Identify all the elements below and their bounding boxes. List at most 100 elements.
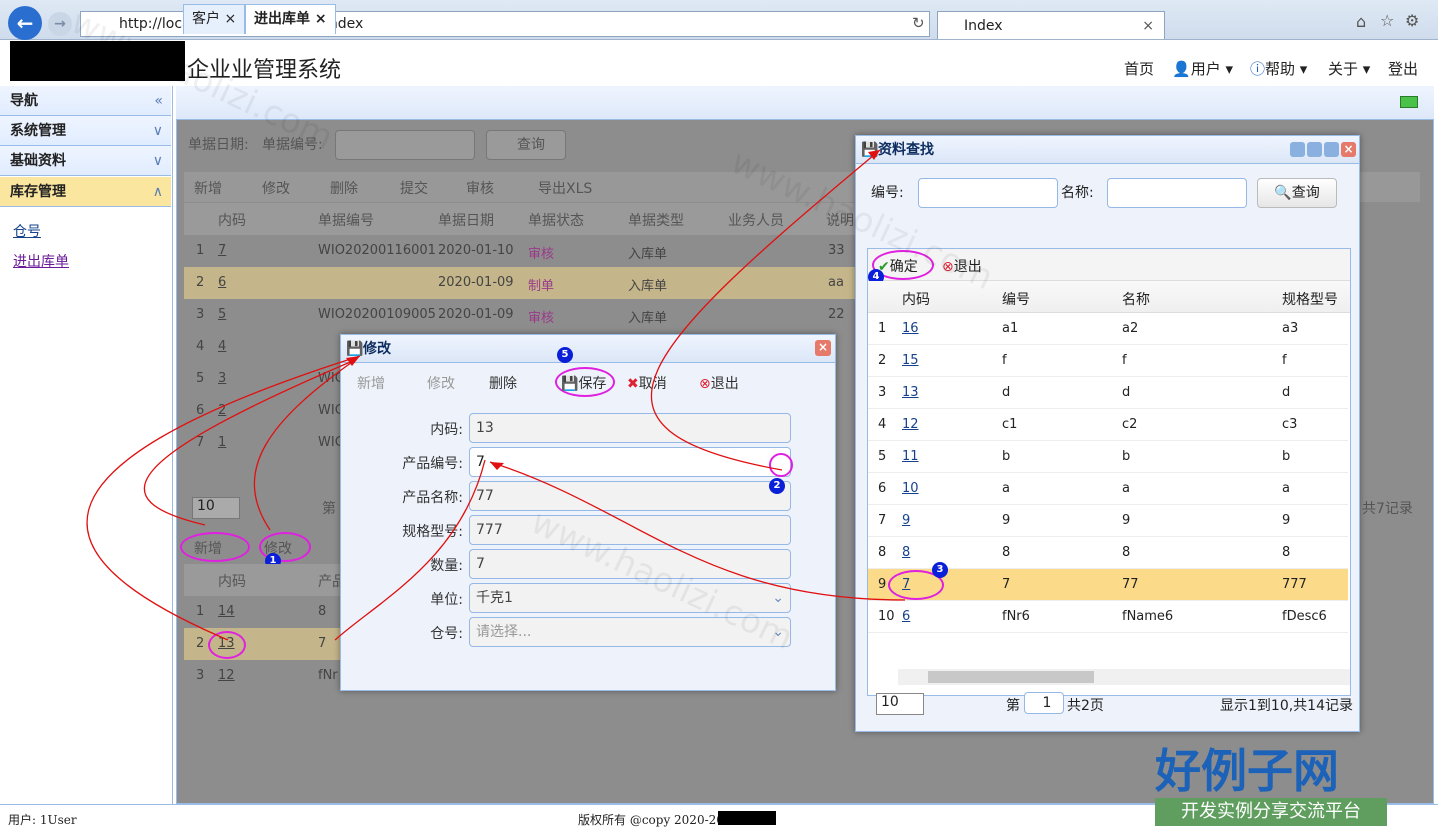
sidebar-section-inventory[interactable]: 库存管理 ∧ <box>0 177 171 207</box>
page-size-select[interactable]: 10 <box>192 497 240 519</box>
row-link[interactable]: 1 <box>218 435 226 450</box>
detail-col-id[interactable]: 内码 <box>218 571 246 591</box>
dlg-save-button[interactable]: 💾保存 <box>561 373 606 393</box>
row-link[interactable]: 10 <box>902 481 919 496</box>
dlg-exit-button[interactable]: ⊗退出 <box>699 373 739 393</box>
col-desc[interactable]: 说明 <box>826 210 854 230</box>
row-link[interactable]: 3 <box>218 371 226 386</box>
nav-home[interactable]: 首页 <box>1124 58 1154 79</box>
collapse-icon[interactable]: ∧ <box>153 177 163 207</box>
browser-tab[interactable]: Index × <box>937 11 1165 39</box>
dlg-edit-button[interactable]: 修改 <box>427 373 455 393</box>
nav-help[interactable]: ⓘ帮助 ▾ <box>1250 58 1307 79</box>
tab-customers[interactable]: 客户 × <box>183 4 246 34</box>
refresh-icon[interactable]: ↻ <box>912 14 925 32</box>
sidebar-section-base[interactable]: 基础资料 ∨ <box>0 146 171 176</box>
lookup-query-button[interactable]: 🔍查询 <box>1257 178 1337 208</box>
field-input[interactable]: 777 <box>469 515 791 545</box>
table-row[interactable]: 3 12 fNr <box>184 660 344 692</box>
scrollbar-thumb[interactable] <box>928 671 1094 683</box>
nav-about[interactable]: 关于 ▾ <box>1328 58 1370 79</box>
close-icon[interactable]: × <box>815 340 831 356</box>
search-no-input[interactable] <box>335 130 475 160</box>
col-id[interactable]: 内码 <box>218 210 246 230</box>
back-icon[interactable]: ← <box>8 6 42 40</box>
nav-logout[interactable]: 登出 <box>1388 58 1418 79</box>
row-link[interactable]: 6 <box>902 609 910 624</box>
col-staff[interactable]: 业务人员 <box>728 210 784 230</box>
sidebar-item-stock-orders[interactable]: 进出库单 <box>13 251 69 271</box>
row-link[interactable]: 15 <box>902 353 919 368</box>
maximize-icon[interactable] <box>1400 96 1418 108</box>
query-button[interactable]: 查询 <box>486 130 566 160</box>
lookup-col-id[interactable]: 内码 <box>902 289 930 309</box>
row-link[interactable]: 12 <box>902 417 919 432</box>
audit-button[interactable]: 审核 <box>466 178 494 198</box>
table-row[interactable]: 1 7 WIO20200116001 2020-01-10 审核 入库单 33 <box>184 235 864 267</box>
nav-user[interactable]: 👤用户 ▾ <box>1172 58 1233 79</box>
lookup-confirm-button[interactable]: ✔确定 <box>878 256 918 276</box>
horizontal-scrollbar[interactable] <box>898 669 1350 685</box>
edit-button[interactable]: 修改 <box>262 178 290 198</box>
col-status[interactable]: 单据状态 <box>528 210 584 230</box>
col-no[interactable]: 单据编号 <box>318 210 374 230</box>
close-icon[interactable]: × <box>315 11 327 27</box>
expand-icon[interactable]: ∨ <box>153 116 163 146</box>
table-row[interactable]: 3 13 d d d <box>868 377 1348 409</box>
dropdown-icon[interactable]: ⌄ <box>772 584 784 612</box>
minimize-icon[interactable] <box>1307 142 1322 157</box>
star-icon[interactable]: ☆ <box>1380 11 1394 30</box>
lookup-page-input[interactable]: 1 <box>1024 692 1064 714</box>
row-link[interactable]: 7 <box>218 243 226 258</box>
col-date[interactable]: 单据日期 <box>438 210 494 230</box>
table-row[interactable]: 6 10 a a a <box>868 473 1348 505</box>
row-link[interactable]: 5 <box>218 307 226 322</box>
submit-button[interactable]: 提交 <box>400 178 428 198</box>
row-link[interactable]: 16 <box>902 321 919 336</box>
sidebar-item-warehouse[interactable]: 仓号 <box>13 221 41 241</box>
sidebar-section-system[interactable]: 系统管理 ∨ <box>0 116 171 146</box>
home-icon[interactable]: ⌂ <box>1356 12 1366 31</box>
maximize-icon[interactable] <box>1324 142 1339 157</box>
field-input[interactable]: 千克1 ⌄ <box>469 583 791 613</box>
table-row[interactable]: 5 11 b b b <box>868 441 1348 473</box>
collapse-icon[interactable] <box>1290 142 1305 157</box>
lookup-page-size[interactable]: 10 <box>876 693 924 715</box>
row-link[interactable]: 8 <box>902 545 910 560</box>
lookup-no-input[interactable] <box>918 178 1058 208</box>
row-link[interactable]: 2 <box>218 403 226 418</box>
add-button[interactable]: 新增 <box>194 178 222 198</box>
table-row[interactable]: 10 6 fNr6 fName6 fDesc6 <box>868 601 1348 633</box>
dropdown-icon[interactable]: ⌄ <box>772 618 784 646</box>
close-icon[interactable]: × <box>224 11 236 27</box>
field-input[interactable]: 7 <box>469 447 791 477</box>
close-tab-icon[interactable]: × <box>1142 12 1154 40</box>
table-row[interactable]: 2 15 f f f <box>868 345 1348 377</box>
expand-icon[interactable]: ∨ <box>153 146 163 176</box>
field-input[interactable]: 7 <box>469 549 791 579</box>
row-link[interactable]: 9 <box>902 513 910 528</box>
table-row[interactable]: 2 6 2020-01-09 制单 入库单 aa <box>184 267 864 299</box>
table-row[interactable]: 3 5 WIO20200109005 2020-01-09 审核 入库单 22 <box>184 299 864 331</box>
collapse-icon[interactable]: « <box>154 86 163 116</box>
dlg-cancel-button[interactable]: ✖取消 <box>627 373 667 393</box>
table-row[interactable]: 79999 <box>868 505 1348 537</box>
row-link[interactable]: 4 <box>218 339 226 354</box>
table-row[interactable]: 1 16 a1 a2 a3 <box>868 313 1348 345</box>
col-type[interactable]: 单据类型 <box>628 210 684 230</box>
tab-stock-orders[interactable]: 进出库单 × <box>245 4 336 34</box>
row-link[interactable]: 13 <box>902 385 919 400</box>
row-link[interactable]: 12 <box>218 668 235 683</box>
field-input[interactable]: 13 <box>469 413 791 443</box>
sidebar-section-nav[interactable]: 导航 « <box>0 86 171 116</box>
delete-button[interactable]: 删除 <box>330 178 358 198</box>
lookup-col-spec[interactable]: 规格型号 <box>1282 289 1338 309</box>
lookup-col-name[interactable]: 名称 <box>1122 289 1150 309</box>
field-input[interactable]: 77 <box>469 481 791 511</box>
table-row[interactable]: 1 14 8 <box>184 596 344 628</box>
dlg-add-button[interactable]: 新增 <box>357 373 385 393</box>
row-link[interactable]: 11 <box>902 449 919 464</box>
lookup-name-input[interactable] <box>1107 178 1247 208</box>
row-link[interactable]: 14 <box>218 604 235 619</box>
export-xls-button[interactable]: 导出XLS <box>538 178 592 198</box>
